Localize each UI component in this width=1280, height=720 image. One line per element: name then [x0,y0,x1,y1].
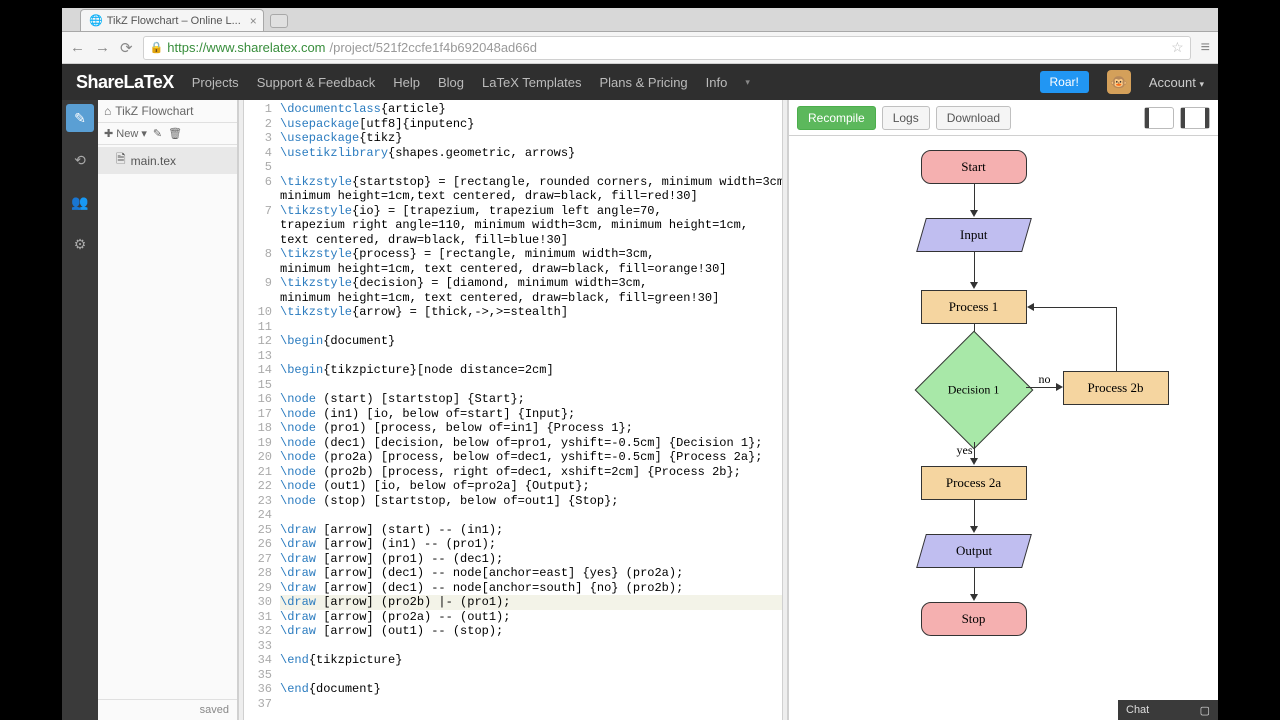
forward-button[interactable]: → [95,39,110,56]
chat-expand-icon: ▢ [1200,704,1210,717]
lock-icon: 🔒 [150,41,164,54]
page-icon: 🌐 [89,14,103,27]
chat-label: Chat [1126,704,1149,716]
file-panel: ⌂ TikZ Flowchart ✚ New ▾ ✎ 🗑 🗎 main.tex … [98,100,238,720]
line-gutter: 1 2 3 4 5 6 7 8 9 10 11 12 13 14 15 16 1… [244,102,280,720]
file-name: main.tex [131,154,176,168]
url-path: /project/521f2ccfe1f4b692048ad66d [330,40,537,55]
roar-button[interactable]: Roar! [1040,71,1089,93]
nav-projects[interactable]: Projects [192,75,239,90]
view-single-icon[interactable] [1144,107,1174,129]
close-icon[interactable]: × [250,14,257,28]
code-content[interactable]: \documentclass{article} \usepackage[utf8… [280,102,782,720]
browser-tab[interactable]: 🌐 TikZ Flowchart – Online L... × [80,9,264,31]
brand-logo[interactable]: ShareLaTeX [76,72,174,93]
new-tab-button[interactable] [270,14,288,28]
node-input: Input [916,218,1032,252]
rename-icon[interactable]: ✎ [153,127,162,140]
code-editor[interactable]: 1 2 3 4 5 6 7 8 9 10 11 12 13 14 15 16 1… [244,100,782,720]
node-process1: Process 1 [921,290,1027,324]
view-split-icon[interactable] [1180,107,1210,129]
delete-icon[interactable]: 🗑 [168,127,182,140]
edge-label-no: no [1039,372,1051,387]
account-menu[interactable]: Account ▾ [1149,75,1204,90]
app-topbar: ShareLaTeX Projects Support & Feedback H… [62,64,1218,100]
project-name: TikZ Flowchart [115,104,193,118]
browser-tab-strip: 🌐 TikZ Flowchart – Online L... × [62,8,1218,32]
nav-pricing[interactable]: Plans & Pricing [600,75,688,90]
node-process2a: Process 2a [921,466,1027,500]
nav-support[interactable]: Support & Feedback [257,75,376,90]
url-host: https://www.sharelatex.com [167,40,325,55]
mascot-icon: 🐵 [1107,70,1131,94]
node-stop: Stop [921,602,1027,636]
nav-blog[interactable]: Blog [438,75,464,90]
rail-share-icon[interactable]: 👥 [66,188,94,216]
nav-info[interactable]: Info [706,75,728,90]
save-status: saved [98,699,237,720]
preview-toolbar: Recompile Logs Download [789,100,1218,136]
file-item[interactable]: 🗎 main.tex [98,147,237,174]
node-start: Start [921,150,1027,184]
edge-label-yes: yes [957,443,973,458]
rail-history-icon[interactable]: ⟲ [66,146,94,174]
file-icon: 🗎 [116,150,126,171]
node-output: Output [916,534,1032,568]
back-button[interactable]: ← [70,39,85,56]
pdf-preview[interactable]: Start Input Process 1 Decision 1 yes no [789,136,1218,720]
recompile-button[interactable]: Recompile [797,106,876,130]
home-icon: ⌂ [104,104,111,118]
chat-bar[interactable]: Chat ▢ [1118,700,1218,720]
nav-help[interactable]: Help [393,75,420,90]
tab-title: TikZ Flowchart – Online L... [107,15,241,27]
node-process2b: Process 2b [1063,371,1169,405]
logs-button[interactable]: Logs [882,106,930,130]
bookmark-icon[interactable]: ☆ [1171,39,1184,56]
left-icon-rail: ✎ ⟲ 👥 ⚙ [62,100,98,720]
rail-edit-icon[interactable]: ✎ [66,104,94,132]
new-file-button[interactable]: ✚ New ▾ [104,127,147,140]
rail-settings-icon[interactable]: ⚙ [66,230,94,258]
url-input[interactable]: 🔒 https://www.sharelatex.com/project/521… [143,36,1191,60]
address-bar: ← → ⟳ 🔒 https://www.sharelatex.com/proje… [62,32,1218,64]
reload-button[interactable]: ⟳ [120,39,133,57]
node-decision1: Decision 1 [914,331,1033,450]
download-button[interactable]: Download [936,106,1011,130]
browser-menu-icon[interactable]: ≡ [1201,39,1210,57]
preview-panel: Recompile Logs Download Start Input [788,100,1218,720]
nav-templates[interactable]: LaTeX Templates [482,75,582,90]
